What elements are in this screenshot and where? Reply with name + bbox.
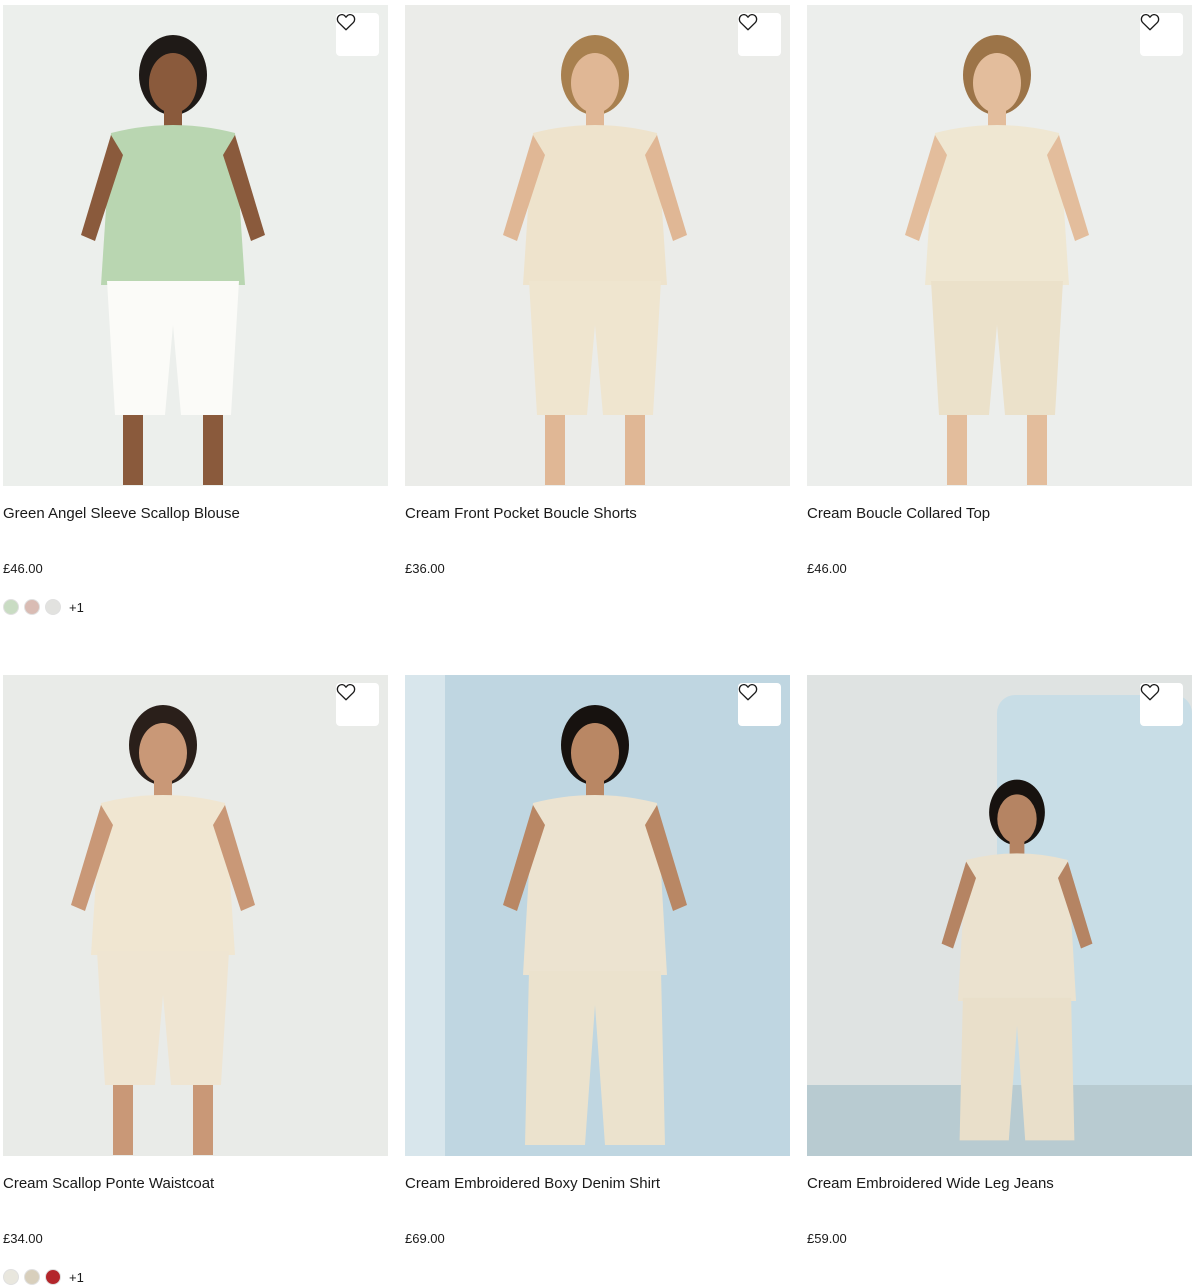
heart-outline-icon [336, 14, 356, 31]
more-colours-count[interactable]: +1 [69, 1270, 84, 1285]
product-name[interactable]: Green Angel Sleeve Scallop Blouse [3, 505, 240, 523]
product-name[interactable]: Cream Scallop Ponte Waistcoat [3, 1175, 214, 1193]
product-card[interactable]: Cream Embroidered Boxy Denim Shirt £69.0… [405, 675, 790, 1246]
product-image[interactable] [807, 5, 1192, 486]
product-image[interactable] [405, 5, 790, 486]
product-price: £69.00 [405, 1231, 445, 1246]
heart-outline-icon [1140, 684, 1160, 701]
colour-swatch[interactable] [24, 1269, 40, 1285]
product-card[interactable]: Cream Boucle Collared Top £46.00 [807, 5, 1192, 576]
wishlist-button[interactable] [1140, 13, 1183, 56]
product-grid: Green Angel Sleeve Scallop Blouse £46.00… [0, 0, 1200, 1288]
colour-swatches: +1 [3, 1269, 84, 1285]
product-price: £46.00 [807, 561, 847, 576]
product-card[interactable]: Cream Front Pocket Boucle Shorts £36.00 [405, 5, 790, 576]
product-photo-art [405, 5, 790, 486]
wishlist-button[interactable] [336, 13, 379, 56]
product-name[interactable]: Cream Front Pocket Boucle Shorts [405, 505, 637, 523]
product-image[interactable] [405, 675, 790, 1156]
product-price: £34.00 [3, 1231, 43, 1246]
product-price: £46.00 [3, 561, 43, 576]
product-image[interactable] [3, 5, 388, 486]
more-colours-count[interactable]: +1 [69, 600, 84, 615]
product-image[interactable] [807, 675, 1192, 1156]
heart-outline-icon [738, 14, 758, 31]
product-price: £36.00 [405, 561, 445, 576]
product-photo-art [3, 5, 388, 486]
wishlist-button[interactable] [1140, 683, 1183, 726]
colour-swatch[interactable] [3, 1269, 19, 1285]
product-name[interactable]: Cream Boucle Collared Top [807, 505, 990, 523]
product-name[interactable]: Cream Embroidered Wide Leg Jeans [807, 1175, 1054, 1193]
heart-outline-icon [738, 684, 758, 701]
wishlist-button[interactable] [336, 683, 379, 726]
product-card[interactable]: Cream Scallop Ponte Waistcoat £34.00 +1 [3, 675, 388, 1285]
wishlist-button[interactable] [738, 683, 781, 726]
product-name[interactable]: Cream Embroidered Boxy Denim Shirt [405, 1175, 660, 1193]
wishlist-button[interactable] [738, 13, 781, 56]
product-photo-art [807, 5, 1192, 486]
product-photo-art [405, 675, 790, 1156]
product-photo-art [807, 675, 1192, 1156]
colour-swatch[interactable] [45, 599, 61, 615]
colour-swatch[interactable] [24, 599, 40, 615]
heart-outline-icon [336, 684, 356, 701]
colour-swatch[interactable] [45, 1269, 61, 1285]
product-price: £59.00 [807, 1231, 847, 1246]
product-card[interactable]: Cream Embroidered Wide Leg Jeans £59.00 [807, 675, 1192, 1246]
product-photo-art [3, 675, 388, 1156]
heart-outline-icon [1140, 14, 1160, 31]
colour-swatch[interactable] [3, 599, 19, 615]
product-card[interactable]: Green Angel Sleeve Scallop Blouse £46.00… [3, 5, 388, 615]
product-image[interactable] [3, 675, 388, 1156]
colour-swatches: +1 [3, 599, 84, 615]
